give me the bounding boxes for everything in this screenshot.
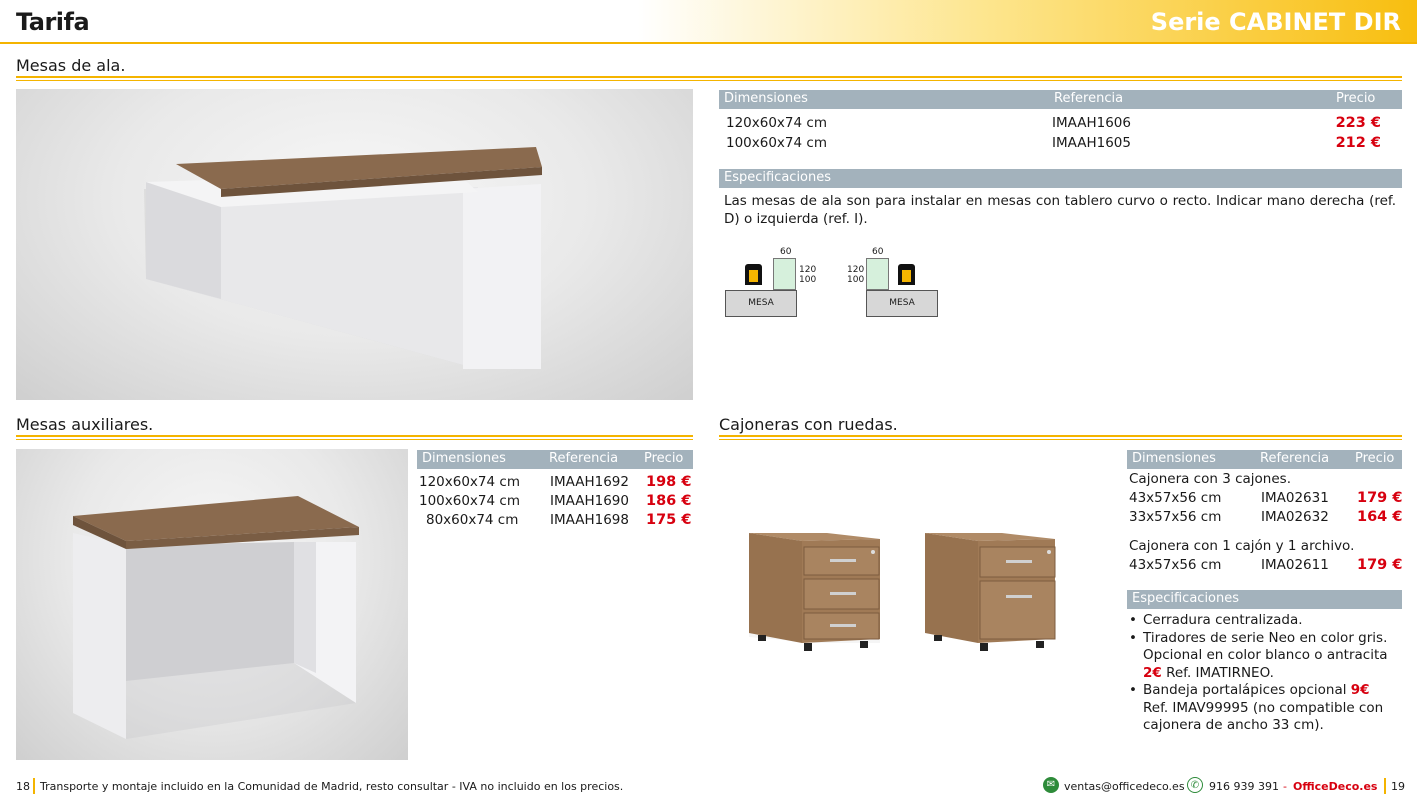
table-cell-price: 212 € — [1335, 135, 1381, 151]
footer-separator: - — [1283, 780, 1287, 793]
table-cell-dim: 33x57x56 cm — [1129, 509, 1222, 525]
spec-item: Tiradores de serie Neo en color gris. Op… — [1129, 630, 1399, 683]
page-header: Tarifa Serie CABINET DIR — [0, 0, 1417, 44]
mesa-ala-photo — [16, 89, 693, 400]
footer-note: Transporte y montaje incluido en la Comu… — [40, 780, 624, 793]
spec-header-label: Especificaciones — [1132, 591, 1240, 606]
col-precio: Precio — [1336, 91, 1376, 106]
spec-list: Cerradura centralizada. Tiradores de ser… — [1129, 612, 1399, 735]
section-rule — [719, 435, 1402, 440]
table-cell-ref: IMAAH1698 — [550, 512, 629, 528]
table-cell-price: 186 € — [646, 493, 692, 509]
section-rule — [16, 76, 1402, 81]
table-cell-price: 198 € — [646, 474, 692, 490]
mesa-box: MESA — [866, 290, 938, 317]
cajoneras-illustration — [749, 533, 1056, 651]
footer-email[interactable]: ventas@officedeco.es — [1064, 780, 1185, 793]
mesa-auxiliar-illustration — [73, 496, 359, 739]
footer-divider — [33, 778, 35, 794]
table-cell-price: 175 € — [646, 512, 692, 528]
table-cell-dim: 120x60x74 cm — [419, 474, 520, 490]
group-title: Cajonera con 3 cajones. — [1129, 471, 1291, 487]
table-cell-ref: IMAAH1690 — [550, 493, 629, 509]
col-referencia: Referencia — [549, 451, 619, 466]
diagram-width-label: 60 — [780, 247, 792, 257]
page-number-right: 19 — [1391, 780, 1405, 793]
table-cell-dim: 120x60x74 cm — [726, 115, 827, 131]
spec-item-text: Bandeja portalápices opcional — [1143, 682, 1347, 698]
table-cell-dim: 80x60x74 cm — [426, 512, 519, 528]
table-cell-price: 179 € — [1357, 490, 1403, 506]
mesa-box: MESA — [725, 290, 797, 317]
ala-shape — [866, 258, 889, 290]
section-rule — [16, 435, 693, 440]
spec-item-text: Ref. IMATIRNEO. — [1166, 664, 1274, 681]
col-dimensiones: Dimensiones — [724, 91, 808, 106]
col-dimensiones: Dimensiones — [1132, 451, 1216, 466]
phone-icon: ✆ — [1187, 777, 1203, 793]
diagram-len-label: 100 — [799, 275, 817, 285]
page-footer: 18 Transporte y montaje incluido en la C… — [0, 772, 1417, 800]
table-header-mesas-auxiliares: Dimensiones Referencia Precio — [417, 450, 693, 469]
table-cell-ref: IMA02611 — [1261, 557, 1329, 573]
chair-icon — [898, 264, 915, 285]
table-cell-price: 179 € — [1357, 557, 1403, 573]
spec-item: Bandeja portalápices opcional 9€Ref. IMA… — [1129, 682, 1399, 735]
spec-header-label: Especificaciones — [724, 170, 832, 185]
col-precio: Precio — [1355, 451, 1395, 466]
mesa-auxiliar-photo — [16, 449, 408, 760]
ala-shape — [773, 258, 796, 290]
page-title: Tarifa — [16, 8, 90, 36]
col-dimensiones: Dimensiones — [422, 451, 506, 466]
table-cell-ref: IMAAH1606 — [1052, 115, 1131, 131]
footer-brand[interactable]: OfficeDeco.es — [1293, 780, 1377, 793]
spec-item-text: Cerradura centralizada. — [1143, 612, 1303, 628]
table-cell-ref: IMA02632 — [1261, 509, 1329, 525]
group-title: Cajonera con 1 cajón y 1 archivo. — [1129, 538, 1355, 554]
spec-header-cajoneras: Especificaciones — [1127, 590, 1402, 609]
spec-header-mesas-ala: Especificaciones — [719, 169, 1402, 188]
diagram-width-label: 60 — [872, 247, 884, 257]
table-cell-ref: IMA02631 — [1261, 490, 1329, 506]
table-cell-dim: 43x57x56 cm — [1129, 490, 1222, 506]
spec-item-price: 2€ — [1143, 664, 1162, 681]
table-cell-ref: IMAAH1692 — [550, 474, 629, 490]
diagram-len-label: 100 — [847, 275, 865, 285]
table-header-cajoneras: Dimensiones Referencia Precio — [1127, 450, 1402, 469]
col-referencia: Referencia — [1054, 91, 1124, 106]
table-cell-dim: 100x60x74 cm — [419, 493, 520, 509]
diagram-len-label: 120 — [847, 265, 865, 275]
table-cell-dim: 100x60x74 cm — [726, 135, 827, 151]
page-number-left: 18 — [16, 780, 30, 793]
footer-phone: 916 939 391 — [1209, 780, 1279, 793]
table-cell-dim: 43x57x56 cm — [1129, 557, 1222, 573]
mesa-ala-illustration — [144, 147, 542, 369]
spec-item-text: Ref. IMAV99995 (no compatible con cajone… — [1143, 699, 1384, 734]
spec-item-text: Tiradores de serie Neo en color gris. Op… — [1143, 629, 1388, 664]
diagram-len-label: 120 — [799, 265, 817, 275]
spec-text: Las mesas de ala son para instalar en me… — [724, 193, 1396, 227]
email-icon: ✉ — [1043, 777, 1059, 793]
table-cell-ref: IMAAH1605 — [1052, 135, 1131, 151]
footer-divider — [1384, 778, 1386, 794]
table-header-mesas-ala: Dimensiones Referencia Precio — [719, 90, 1402, 109]
spec-item: Cerradura centralizada. — [1129, 612, 1399, 630]
series-title: Serie CABINET DIR — [1150, 8, 1401, 36]
table-cell-price: 223 € — [1335, 115, 1381, 131]
spec-item-price: 9€ — [1350, 682, 1370, 698]
table-cell-price: 164 € — [1357, 509, 1403, 525]
chair-icon — [745, 264, 762, 285]
cajoneras-photo — [740, 525, 1070, 665]
col-precio: Precio — [644, 451, 684, 466]
col-referencia: Referencia — [1260, 451, 1330, 466]
